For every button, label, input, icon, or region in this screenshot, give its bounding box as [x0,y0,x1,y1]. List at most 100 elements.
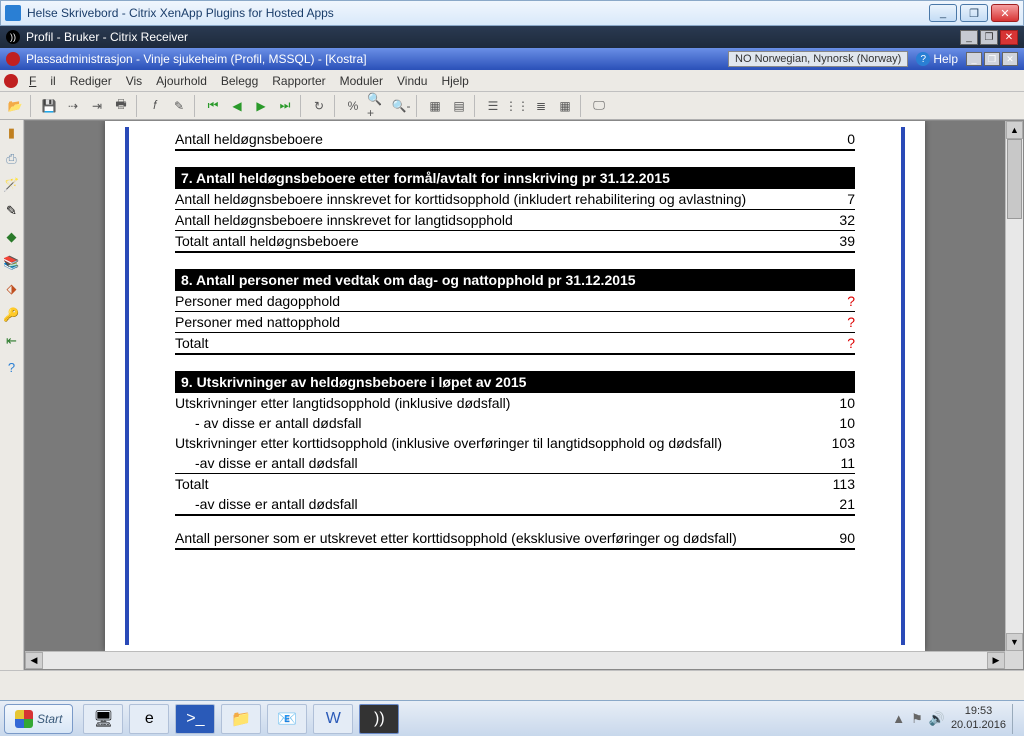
tray-arrow-icon[interactable]: ▲ [892,711,905,726]
app-icon [5,5,21,21]
table-row: Totalt? [175,333,855,355]
receiver-title: Profil - Bruker - Citrix Receiver [26,30,188,44]
vertical-scrollbar[interactable]: ▲ ▼ [1005,121,1023,651]
lt-exit-icon[interactable]: ⇤ [3,332,21,350]
lt-key-icon[interactable]: 🔑 [3,306,21,324]
refresh-icon[interactable]: ↻ [308,95,330,117]
view1-icon[interactable]: ☰ [482,95,504,117]
first-icon[interactable]: ⏮ [202,95,224,117]
table-row: Personer med nattopphold? [175,312,855,333]
receiver-minimize-button[interactable]: _ [960,30,978,45]
table-row: Totalt113 [175,474,855,494]
view4-icon[interactable]: ▦ [554,95,576,117]
taskbar-ie-icon[interactable]: e [129,704,169,734]
print-icon[interactable]: 🖶 [110,95,132,117]
tray-flag-icon[interactable]: ⚑ [911,711,923,727]
lt-book-icon[interactable]: ◆ [3,228,21,246]
taskbar-word-icon[interactable]: W [313,704,353,734]
menu-rediger[interactable]: Rediger [63,74,119,88]
table-row: Personer med dagopphold? [175,291,855,312]
show-desktop-button[interactable] [1012,704,1020,734]
taskbar-powershell-icon[interactable]: >_ [175,704,215,734]
percent-icon[interactable]: % [342,95,364,117]
scroll-right-button[interactable]: ▶ [987,652,1005,669]
table-row: - av disse er antall dødsfall10 [175,413,855,433]
menu-vis[interactable]: Vis [119,74,149,88]
scroll-down-button[interactable]: ▼ [1006,633,1023,651]
mdi-restore-button[interactable]: ❐ [984,52,1000,66]
app-title: Plassadministrasjon - Vinje sjukeheim (P… [26,52,367,66]
menu-ajourhold[interactable]: Ajourhold [149,74,214,88]
help-button[interactable]: ? Help [916,52,958,66]
table-row: Utskrivninger etter langtidsopphold (ink… [175,393,855,413]
save-icon[interactable]: 💾 [38,95,60,117]
section-header-7: 7. Antall heldøgnsbeboere etter formål/a… [175,167,855,189]
toolbar: 📂 💾 ⇢ ⇥ 🖶 𝑓 ✎ ⏮ ◀ ▶ ⏭ ↻ % 🔍+ 🔍- ▦ ▤ ☰ ⋮⋮… [0,92,1024,120]
menu-moduler[interactable]: Moduler [333,74,390,88]
app-titlebar: Plassadministrasjon - Vinje sjukeheim (P… [0,48,1024,70]
zoomout-icon[interactable]: 🔍- [390,95,412,117]
receiver-restore-button[interactable]: ❐ [980,30,998,45]
mdi-minimize-button[interactable]: _ [966,52,982,66]
prev-icon[interactable]: ◀ [226,95,248,117]
lt-icon-2[interactable]: ⎙ [3,150,21,168]
tray-clock[interactable]: 19:53 20.01.2016 [951,705,1006,731]
maximize-button[interactable]: ❐ [960,4,988,22]
scroll-up-button[interactable]: ▲ [1006,121,1023,139]
receiver-close-button[interactable]: ✕ [1000,30,1018,45]
outer-window-titlebar: Helse Skrivebord - Citrix XenApp Plugins… [0,0,1024,26]
layout2-icon[interactable]: ▤ [448,95,470,117]
lt-icon-1[interactable]: ▮ [3,124,21,142]
menu-vindu[interactable]: Vindu [390,74,434,88]
outer-window-title: Helse Skrivebord - Citrix XenApp Plugins… [27,6,929,20]
tool-icon[interactable]: 𝑓 [144,95,166,117]
menu-bar: Fil Rediger Vis Ajourhold Belegg Rapport… [0,70,1024,92]
view3-icon[interactable]: ≣ [530,95,552,117]
table-row: Antall heldøgnsbeboere innskrevet for ko… [175,189,855,210]
scroll-left-button[interactable]: ◀ [25,652,43,669]
menu-rapporter[interactable]: Rapporter [265,74,332,88]
table-row: -av disse er antall dødsfall11 [175,453,855,474]
mdi-close-button[interactable]: ✕ [1002,52,1018,66]
scroll-thumb[interactable] [1007,139,1022,219]
table-row: Antall heldøgnsbeboere 0 [175,129,855,151]
tool2-icon[interactable]: ✎ [168,95,190,117]
lt-help-icon[interactable]: ? [3,358,21,376]
export-icon[interactable]: ⇢ [62,95,84,117]
layout1-icon[interactable]: ▦ [424,95,446,117]
tray-volume-icon[interactable]: 🔊 [929,711,945,727]
language-selector[interactable]: NO Norwegian, Nynorsk (Norway) [728,51,908,67]
lt-pencil-icon[interactable]: ✎ [3,202,21,220]
next-icon[interactable]: ▶ [250,95,272,117]
citrix-receiver-titlebar: )) Profil - Bruker - Citrix Receiver _ ❐… [0,26,1024,48]
taskbar: Start 🖥 e >_ 📁 📧 W )) ▲ ⚑ 🔊 19:53 20.01.… [0,700,1024,736]
lt-wand-icon[interactable]: 🪄 [3,176,21,194]
open-icon[interactable]: 📂 [4,95,26,117]
view2-icon[interactable]: ⋮⋮ [506,95,528,117]
taskbar-folder-icon[interactable]: 📁 [221,704,261,734]
system-tray: ▲ ⚑ 🔊 19:53 20.01.2016 [892,704,1020,734]
report-page: Antall heldøgnsbeboere 0 7. Antall heldø… [105,121,925,651]
section-header-9: 9. Utskrivninger av heldøgnsbeboere i lø… [175,371,855,393]
menu-hjelp[interactable]: Hjelp [434,74,475,88]
close-button[interactable]: ✕ [991,4,1019,22]
start-button[interactable]: Start [4,704,73,734]
profil-icon [6,52,20,66]
menu-belegg[interactable]: Belegg [214,74,265,88]
windows-logo-icon [15,710,33,728]
taskbar-explorer-icon[interactable]: 🖥 [83,704,123,734]
taskbar-outlook-icon[interactable]: 📧 [267,704,307,734]
zoomin-icon[interactable]: 🔍+ [366,95,388,117]
lt-icon-7[interactable]: ⬗ [3,280,21,298]
menu-fil[interactable]: Fil [22,74,63,88]
taskbar-citrix-icon[interactable]: )) [359,704,399,734]
last-icon[interactable]: ⏭ [274,95,296,117]
lt-books-icon[interactable]: 📚 [3,254,21,272]
help-icon: ? [916,52,930,66]
export2-icon[interactable]: ⇥ [86,95,108,117]
horizontal-scrollbar[interactable]: ◀ ▶ [25,651,1005,669]
table-row: Antall personer som er utskrevet etter k… [175,528,855,550]
screen-icon[interactable]: 🖵 [588,95,610,117]
minimize-button[interactable]: _ [929,4,957,22]
section-header-8: 8. Antall personer med vedtak om dag- og… [175,269,855,291]
